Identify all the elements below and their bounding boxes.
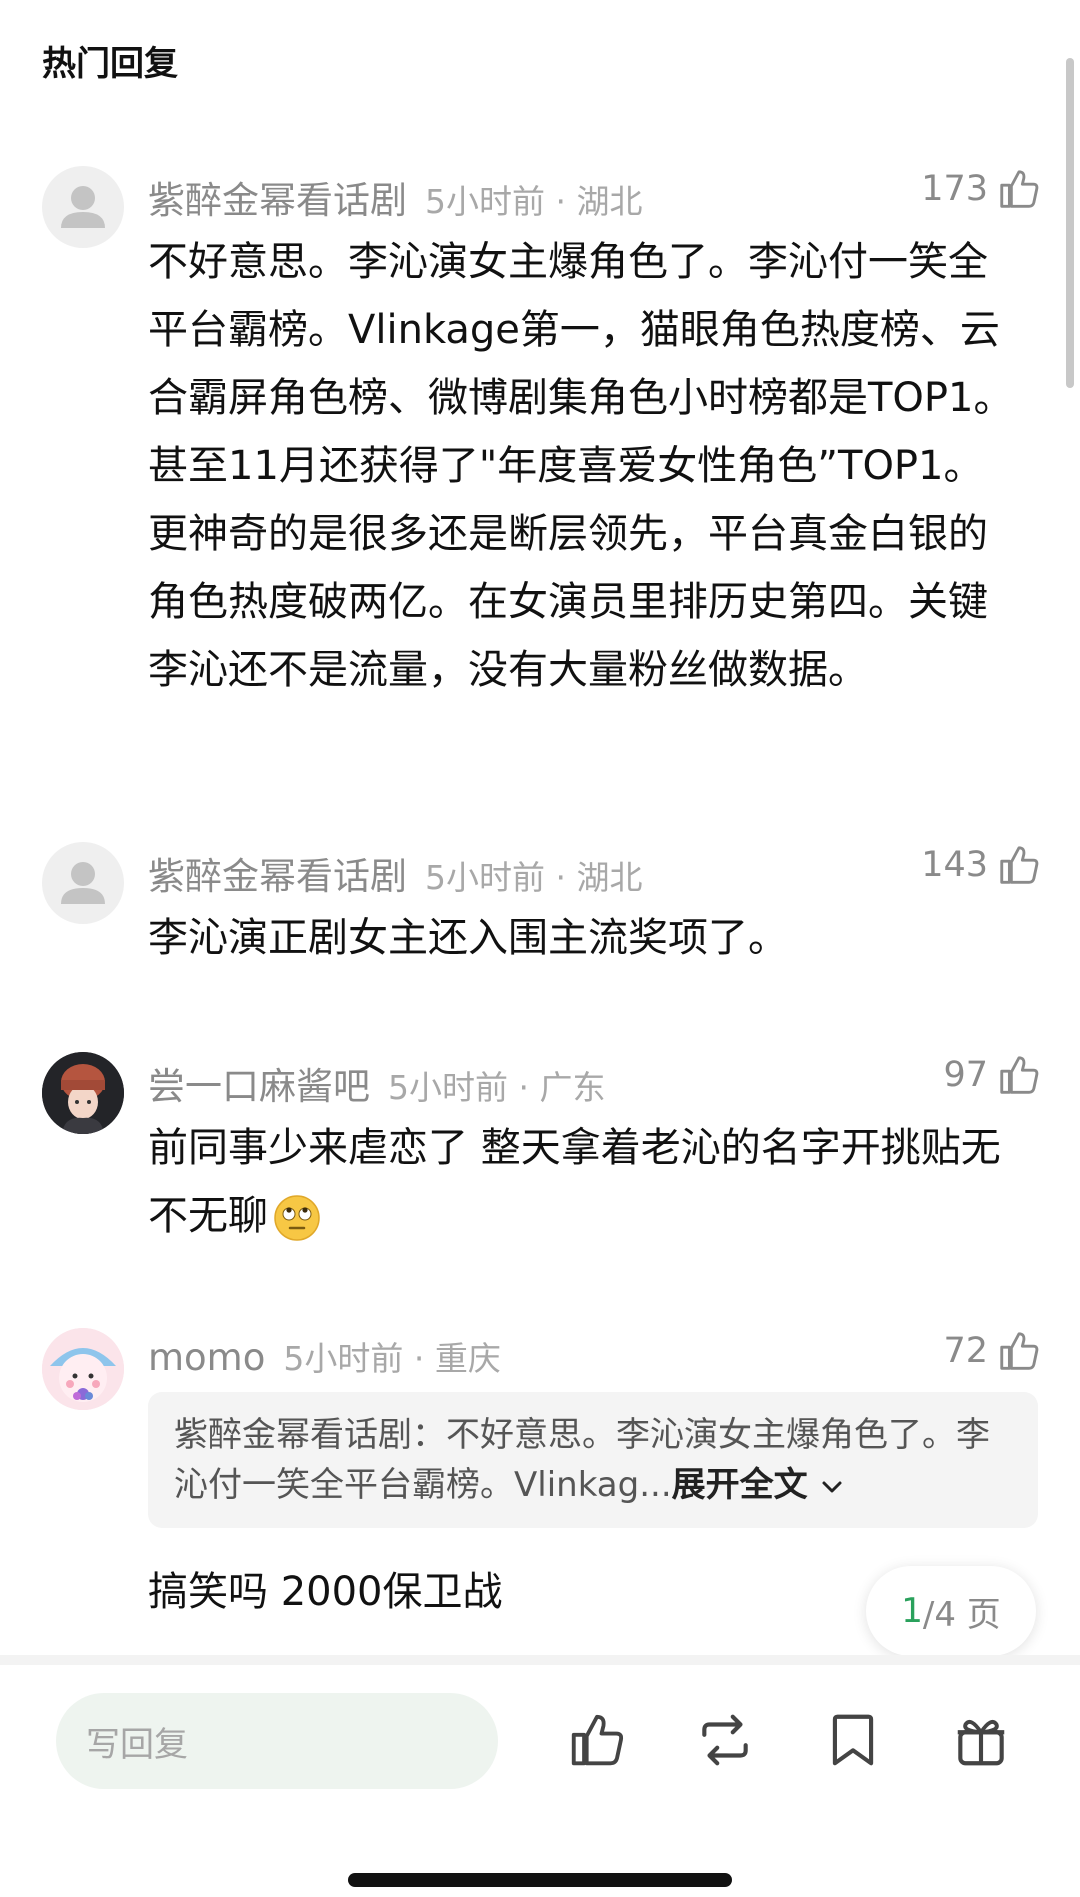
scrollbar[interactable] <box>1066 58 1074 388</box>
home-indicator[interactable] <box>348 1873 732 1887</box>
like-count: 72 <box>943 1331 988 1371</box>
username[interactable]: momo <box>148 1336 265 1379</box>
avatar[interactable] <box>42 1328 124 1410</box>
comment-meta: 紫醉金幂看话剧 5小时前 · 湖北 <box>148 170 642 224</box>
like-button[interactable]: 173 <box>921 166 1042 212</box>
total-pages: /4 页 <box>922 1594 1001 1635</box>
thumbs-up-icon <box>1000 170 1039 208</box>
username[interactable]: 紫醉金幂看话剧 <box>148 846 407 900</box>
time-location: 5小时前 · 广东 <box>388 1068 606 1107</box>
comment-meta: 尝一口麻酱吧 5小时前 · 广东 <box>148 1056 605 1110</box>
like-button[interactable]: 143 <box>921 842 1042 888</box>
avatar[interactable] <box>42 842 124 924</box>
username[interactable]: 尝一口麻酱吧 <box>148 1056 370 1110</box>
avatar[interactable] <box>42 1052 124 1134</box>
avatar[interactable] <box>42 166 124 248</box>
expand-label: 展开全文 <box>671 1465 808 1505</box>
comments-page: 热门回复 紫醉金幂看话剧 5小时前 · 湖北 173 不好意思。李沁演女主爆角色… <box>0 0 1080 1897</box>
reply-input[interactable]: 写回复 <box>56 1693 498 1789</box>
default-avatar-icon <box>61 186 105 228</box>
comment-text: 不好意思。李沁演女主爆角色了。李沁付一笑全平台霸榜。Vlinkage第一，猫眼角… <box>148 239 1014 693</box>
reply-placeholder: 写回复 <box>86 1724 188 1765</box>
user-photo-avatar <box>42 1052 124 1134</box>
eye-roll-emoji-icon <box>274 1195 320 1241</box>
section-title: 热门回复 <box>42 44 178 84</box>
like-count: 97 <box>943 1055 988 1095</box>
thumbs-up-icon[interactable] <box>566 1709 628 1771</box>
thumbs-up-icon <box>1000 1056 1039 1094</box>
quoted-reply[interactable]: 紫醉金幂看话剧：不好意思。李沁演女主爆角色了。李沁付一笑全平台霸榜。Vlinka… <box>148 1392 1038 1528</box>
thumbs-up-icon <box>1000 846 1039 884</box>
time-location: 5小时前 · 重庆 <box>283 1339 501 1378</box>
chevron-down-icon <box>822 1481 842 1492</box>
gift-icon[interactable] <box>950 1709 1012 1771</box>
like-count: 173 <box>921 169 988 209</box>
bottom-action-bar: 写回复 <box>0 1655 1080 1897</box>
like-button[interactable]: 97 <box>943 1052 1042 1098</box>
comment-meta: 紫醉金幂看话剧 5小时前 · 湖北 <box>148 846 642 900</box>
comment-text: 李沁演正剧女主还入围主流奖项了。 <box>148 915 788 961</box>
comment-meta: momo 5小时前 · 重庆 <box>148 1332 501 1380</box>
thumbs-up-icon <box>1000 1332 1039 1370</box>
current-page: 1 <box>901 1591 923 1631</box>
expand-full-text-link[interactable]: 展开全文 <box>672 1465 846 1505</box>
user-cartoon-avatar <box>42 1328 124 1410</box>
comment-text-wrap: 前同事少来虐恋了 整天拿着老沁的名字开挑贴无不无聊 <box>148 1114 1018 1250</box>
like-button[interactable]: 72 <box>943 1328 1042 1374</box>
bookmark-icon[interactable] <box>822 1709 884 1771</box>
username[interactable]: 紫醉金幂看话剧 <box>148 170 407 224</box>
default-avatar-icon <box>61 862 105 904</box>
time-location: 5小时前 · 湖北 <box>425 182 643 221</box>
quoted-text: 紫醉金幂看话剧：不好意思。李沁演女主爆角色了。李沁付一笑全平台霸榜。Vlinka… <box>174 1415 990 1505</box>
time-location: 5小时前 · 湖北 <box>425 858 643 897</box>
like-count: 143 <box>921 845 988 885</box>
repost-icon[interactable] <box>694 1709 756 1771</box>
page-indicator[interactable]: 1/4 页 <box>866 1566 1036 1656</box>
